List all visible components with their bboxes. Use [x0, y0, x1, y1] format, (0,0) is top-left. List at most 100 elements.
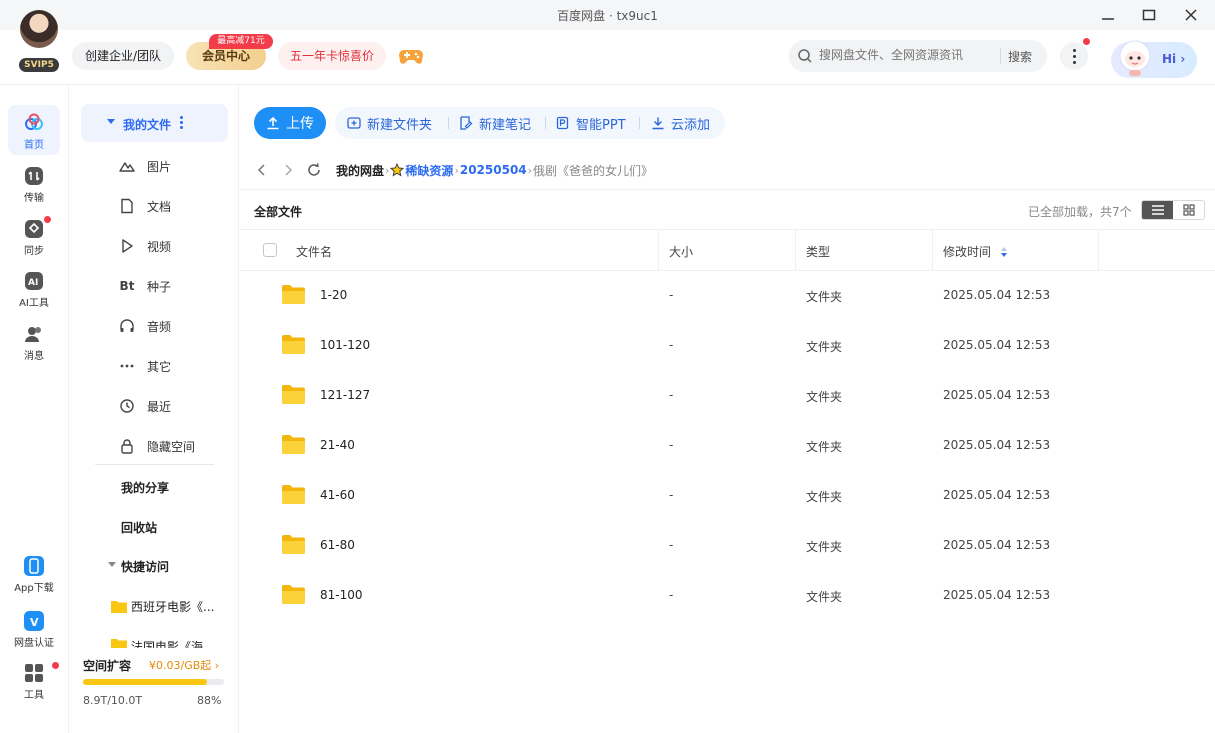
storage-progress-bar: [83, 679, 224, 685]
folder-icon: [282, 385, 305, 404]
quick-access-item[interactable]: 西班牙电影《...: [111, 597, 231, 615]
more-dots-icon[interactable]: [180, 116, 184, 129]
file-type: 文件夹: [806, 540, 843, 554]
create-enterprise-button[interactable]: 创建企业/团队: [72, 42, 174, 70]
quick-access-header[interactable]: 快捷访问: [121, 558, 169, 575]
toolbar-group: 新建文件夹 新建笔记 智能PPT 云添加: [335, 107, 725, 139]
table-row[interactable]: 1-20 - 文件夹 2025.05.04 12:53: [239, 271, 1215, 321]
file-name[interactable]: 1-20: [320, 288, 347, 302]
file-modified-time: 2025.05.04 12:53: [943, 438, 1051, 452]
table-row[interactable]: 81-100 - 文件夹 2025.05.04 12:53: [239, 571, 1215, 621]
search-input[interactable]: [819, 48, 989, 62]
left-rail: 首页 传输 同步 AI AI工具 消息 App下载 V 网盘认证 工具: [0, 85, 69, 733]
view-toggle: [1141, 200, 1205, 220]
file-type: 文件夹: [806, 440, 843, 454]
search-box[interactable]: 搜索: [789, 40, 1047, 72]
avatar[interactable]: [20, 10, 58, 48]
more-menu-button[interactable]: [1060, 42, 1088, 70]
rail-item-sync[interactable]: 同步: [8, 211, 60, 261]
sidebar-item-documents[interactable]: 文档: [119, 196, 171, 216]
rail-item-app-download[interactable]: App下载: [8, 548, 60, 598]
sidebar-item-my-files[interactable]: 我的文件: [81, 104, 228, 142]
sidebar-item-torrents[interactable]: Bt 种子: [119, 276, 171, 296]
sort-icon[interactable]: [1000, 246, 1008, 258]
sidebar-item-images[interactable]: 图片: [119, 156, 171, 176]
table-row[interactable]: 101-120 - 文件夹 2025.05.04 12:53: [239, 321, 1215, 371]
file-type: 文件夹: [806, 340, 843, 354]
table-row[interactable]: 21-40 - 文件夹 2025.05.04 12:53: [239, 421, 1215, 471]
breadcrumb-level2[interactable]: 20250504: [460, 163, 527, 177]
hi-label: Hi ›: [1162, 52, 1186, 66]
sync-dot: [44, 216, 51, 223]
storage-expand-title[interactable]: 空间扩容: [83, 657, 131, 674]
rail-item-home[interactable]: 首页: [8, 105, 60, 155]
storage-price[interactable]: ¥0.03/GB起 ›: [149, 657, 219, 673]
table-row[interactable]: 61-80 - 文件夹 2025.05.04 12:53: [239, 521, 1215, 571]
audio-icon: [120, 319, 134, 332]
sidebar-item-audio[interactable]: 音频: [119, 316, 171, 336]
search-button[interactable]: 搜索: [1008, 48, 1032, 65]
transfer-icon: [25, 167, 43, 185]
minimize-button[interactable]: [1090, 0, 1126, 30]
sidebar-item-recycle-bin[interactable]: 回收站: [121, 519, 157, 536]
file-name[interactable]: 81-100: [320, 588, 363, 602]
document-icon: [121, 198, 133, 214]
maximize-button[interactable]: [1131, 0, 1167, 30]
section-header: 全部文件 已全部加载，共7个: [239, 189, 1215, 229]
back-button[interactable]: [254, 162, 270, 178]
grid-view-icon: [1182, 204, 1195, 216]
quick-access-item[interactable]: 法国电影《海: [111, 638, 231, 648]
rail-item-verify[interactable]: V 网盘认证: [8, 603, 60, 653]
quick-access-caret-icon[interactable]: [108, 562, 116, 567]
new-folder-button[interactable]: 新建文件夹: [347, 107, 432, 139]
list-view-icon: [1151, 205, 1164, 215]
sidebar-item-hidden-space[interactable]: 隐藏空间: [119, 436, 195, 456]
rail-label: 网盘认证: [14, 638, 54, 649]
file-name[interactable]: 121-127: [320, 388, 370, 402]
sidebar-item-recent[interactable]: 最近: [119, 396, 171, 416]
download-icon: [652, 117, 664, 130]
folder-icon: [282, 335, 305, 354]
file-name[interactable]: 101-120: [320, 338, 370, 352]
column-modified-time[interactable]: 修改时间: [943, 243, 991, 260]
cloud-add-button[interactable]: 云添加: [651, 107, 710, 139]
column-type[interactable]: 类型: [806, 243, 830, 260]
forward-button[interactable]: [280, 162, 296, 178]
sidebar-item-my-share[interactable]: 我的分享: [121, 479, 169, 496]
refresh-button[interactable]: [306, 162, 322, 178]
expand-caret-icon: [107, 119, 115, 124]
message-icon: [25, 327, 41, 342]
game-controller-icon[interactable]: [398, 45, 424, 67]
file-name[interactable]: 41-60: [320, 488, 355, 502]
breadcrumb-level1[interactable]: 稀缺资源: [405, 162, 453, 179]
file-name[interactable]: 61-80: [320, 538, 355, 552]
promo-button[interactable]: 五一年卡惊喜价: [278, 42, 386, 70]
file-modified-time: 2025.05.04 12:53: [943, 288, 1051, 302]
storage-percent-text: 88%: [197, 694, 222, 707]
rail-item-ai-tools[interactable]: AI AI工具: [8, 263, 60, 313]
main-panel: 上传 新建文件夹 新建笔记 智能PPT 云添加 我的网盘 › 稀缺资源 › 20…: [239, 85, 1215, 733]
grid-view-button[interactable]: [1173, 201, 1204, 219]
breadcrumb-root[interactable]: 我的网盘: [336, 162, 384, 179]
list-view-button[interactable]: [1142, 201, 1173, 219]
close-button[interactable]: [1173, 0, 1209, 30]
column-name[interactable]: 文件名: [296, 243, 332, 260]
file-type: 文件夹: [806, 390, 843, 404]
rail-item-transfer[interactable]: 传输: [8, 158, 60, 208]
file-size: -: [669, 538, 674, 552]
chevron-left-icon: [257, 164, 265, 176]
storage-used-text: 8.9T/10.0T: [83, 694, 143, 707]
column-size[interactable]: 大小: [669, 243, 693, 260]
upload-button[interactable]: 上传: [254, 107, 326, 139]
new-note-button[interactable]: 新建笔记: [459, 107, 531, 139]
file-modified-time: 2025.05.04 12:53: [943, 338, 1051, 352]
sidebar-item-videos[interactable]: 视频: [119, 236, 171, 256]
table-row[interactable]: 121-127 - 文件夹 2025.05.04 12:53: [239, 371, 1215, 421]
sidebar-item-other[interactable]: 其它: [119, 356, 171, 376]
table-row[interactable]: 41-60 - 文件夹 2025.05.04 12:53: [239, 471, 1215, 521]
select-all-checkbox[interactable]: [263, 243, 277, 257]
rail-item-message[interactable]: 消息: [8, 316, 60, 366]
smart-ppt-button[interactable]: 智能PPT: [556, 107, 626, 139]
file-name[interactable]: 21-40: [320, 438, 355, 452]
image-icon: [119, 162, 135, 172]
